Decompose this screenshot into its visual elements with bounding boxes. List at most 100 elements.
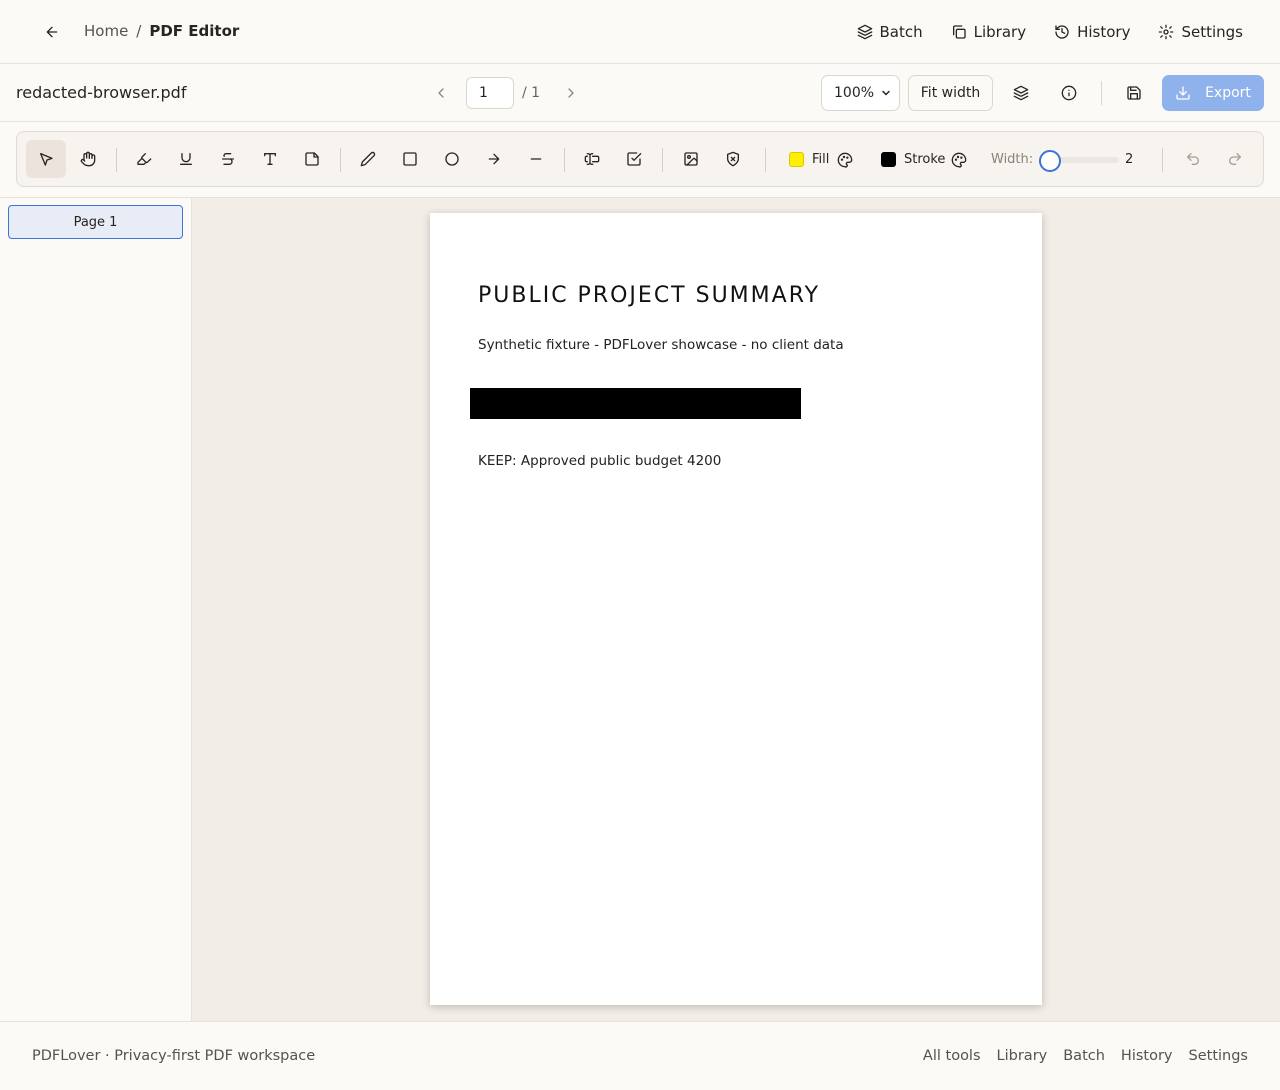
page-thumbnail-1[interactable]: Page 1 [8,205,183,239]
arrow-left-icon [46,26,58,38]
text-field-tool[interactable] [572,140,612,178]
gear-icon [1159,24,1174,40]
fill-color-swatch[interactable] [789,152,804,167]
nav-link-label: Library [973,23,1027,41]
footer: PDFLover · Privacy-first PDF workspace A… [0,1021,1280,1090]
page-total: / 1 [522,85,541,101]
footer-link-settings[interactable]: Settings [1189,1048,1248,1064]
footer-link-history[interactable]: History [1121,1048,1173,1064]
redaction-box[interactable] [470,388,801,419]
nav-link-label: Settings [1181,23,1243,41]
circle-icon [445,152,459,166]
stroke-label: Stroke [904,152,946,167]
redo-button[interactable] [1215,140,1255,178]
arrow-right-icon [488,153,500,165]
breadcrumb-home[interactable]: Home [84,22,128,40]
width-value: 2 [1125,152,1134,167]
width-label: Width: [991,152,1034,167]
square-icon [403,152,417,166]
footer-link-batch[interactable]: Batch [1063,1048,1105,1064]
underline-tool[interactable] [166,140,206,178]
export-button[interactable]: Export [1162,75,1264,111]
line-tool[interactable] [516,140,556,178]
export-label: Export [1205,85,1251,101]
strikethrough-tool[interactable] [208,140,248,178]
highlight-tool[interactable] [124,140,164,178]
nav-links: Batch Library History Settings [850,18,1250,46]
page-navigator: / 1 [424,77,588,109]
redo-icon [1229,153,1241,165]
save-icon [1127,86,1141,100]
info-button[interactable] [1053,77,1085,109]
width-slider-thumb[interactable] [1039,150,1061,172]
note-tool[interactable] [292,140,332,178]
layers-button[interactable] [1005,77,1037,109]
strikethrough-icon [222,153,234,165]
page-thumbnails-sidebar: Page 1 [0,198,192,1021]
prev-page-button[interactable] [424,77,458,109]
fill-label: Fill [812,152,830,167]
file-name: redacted-browser.pdf [16,83,187,102]
footer-link-library[interactable]: Library [997,1048,1048,1064]
image-tool[interactable] [671,140,711,178]
cursor-icon [40,153,53,166]
checkbox-tool[interactable] [614,140,654,178]
ellipse-tool[interactable] [432,140,472,178]
save-button[interactable] [1118,77,1150,109]
breadcrumb-current: PDF Editor [149,22,240,40]
palette-icon[interactable] [837,152,853,168]
sticky-note-icon [305,152,319,166]
highlighter-icon [137,153,152,165]
palette-icon[interactable] [951,152,967,168]
text-tool[interactable] [250,140,290,178]
document-keep-line: KEEP: Approved public budget 4200 [478,453,722,469]
text-cursor-input-icon [584,153,600,165]
chevron-left-icon [438,88,444,98]
stroke-color-swatch[interactable] [881,152,896,167]
rectangle-tool[interactable] [390,140,430,178]
info-icon [1061,85,1077,101]
footer-brand: PDFLover · Privacy-first PDF workspace [32,1048,316,1064]
undo-button[interactable] [1173,140,1213,178]
breadcrumb: Home / PDF Editor [84,22,239,40]
divider [1101,81,1102,105]
zoom-value: 100% [834,85,875,101]
document-subtitle: Synthetic fixture - PDFLover showcase - … [478,337,844,353]
image-icon [684,152,698,166]
nav-link-library[interactable]: Library [944,18,1033,46]
nav-link-history[interactable]: History [1047,18,1137,46]
redact-tool[interactable] [713,140,753,178]
pencil-icon [360,151,376,167]
next-page-button[interactable] [554,77,588,109]
pan-tool[interactable] [68,140,108,178]
text-icon [264,153,276,165]
download-icon [1176,86,1190,100]
page-number-input[interactable] [466,77,514,109]
toolbar-container: Fill Stroke Width: 2 [0,122,1280,198]
divider [564,148,565,172]
arrow-tool[interactable] [474,140,514,178]
breadcrumb-separator: / [136,22,142,40]
underline-icon [180,153,192,165]
draw-tool[interactable] [348,140,388,178]
file-bar: redacted-browser.pdf / 1 100% Fit width … [0,64,1280,122]
pdf-page[interactable]: PUBLIC PROJECT SUMMARY Synthetic fixture… [430,213,1042,1005]
top-nav: Home / PDF Editor Batch Library History … [0,0,1280,64]
shield-x-icon [727,151,739,167]
hand-icon [80,151,96,167]
select-tool[interactable] [26,140,66,178]
nav-link-batch[interactable]: Batch [850,18,930,46]
zoom-select[interactable]: 100% [821,75,900,111]
annotation-toolbar: Fill Stroke Width: 2 [16,131,1264,187]
divider [765,148,766,172]
fit-width-button[interactable]: Fit width [908,75,993,111]
back-button[interactable] [36,16,68,48]
divider [340,148,341,172]
history-icon [1055,25,1069,39]
footer-link-all-tools[interactable]: All tools [923,1048,981,1064]
document-canvas[interactable]: PUBLIC PROJECT SUMMARY Synthetic fixture… [192,198,1280,1021]
divider [662,148,663,172]
undo-icon [1187,153,1199,165]
nav-link-settings[interactable]: Settings [1151,18,1250,46]
divider [116,148,117,172]
